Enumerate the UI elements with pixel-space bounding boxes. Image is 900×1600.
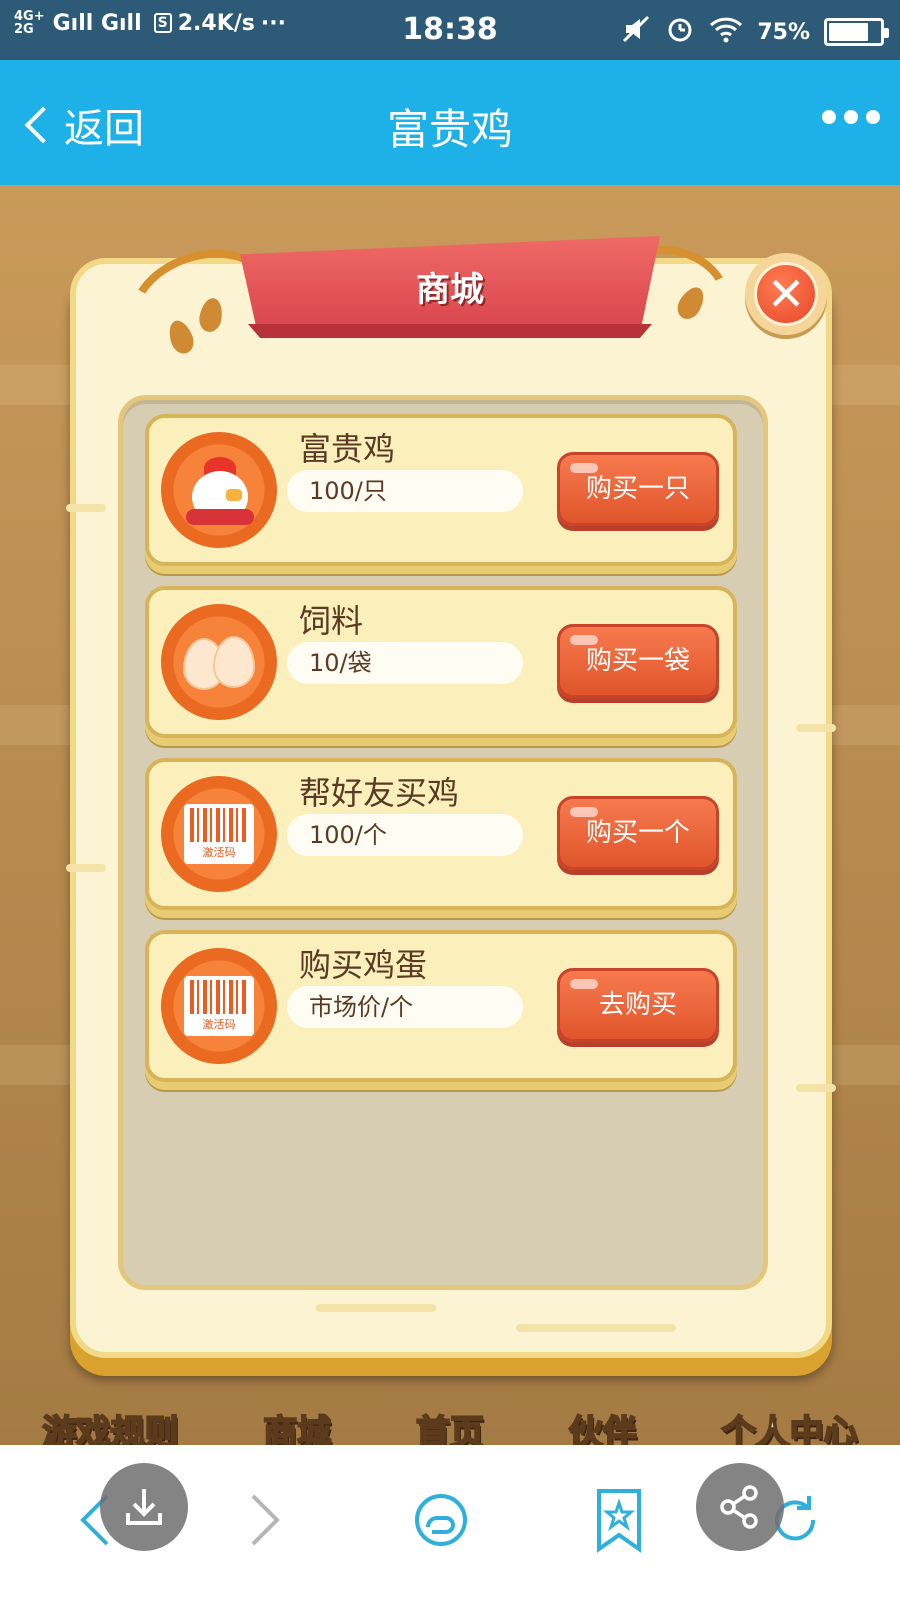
home-cloud-icon[interactable] — [408, 1487, 474, 1553]
mute-icon — [621, 14, 651, 50]
app-nav-bar: 返回 富贵鸡 — [0, 60, 900, 185]
buy-eggs-button[interactable]: 去购买 — [557, 968, 719, 1042]
shop-item-card: 富贵鸡 100/只 购买一只 — [145, 414, 737, 566]
bookmark-star-icon[interactable] — [586, 1487, 652, 1553]
shop-item-card: 激活码 帮好友买鸡 100/个 购买一个 — [145, 758, 737, 910]
barcode-icon: 激活码 — [161, 948, 277, 1064]
close-x-icon: ✕ — [754, 262, 818, 326]
chicken-icon — [161, 432, 277, 548]
forward-arrow-icon[interactable] — [232, 1487, 298, 1553]
barcode-icon: 激活码 — [161, 776, 277, 892]
eggs-icon — [161, 604, 277, 720]
shop-item-price: 10/袋 — [287, 642, 523, 684]
close-dialog-button[interactable]: ✕ — [745, 253, 827, 335]
shop-item-price: 市场价/个 — [287, 986, 523, 1028]
status-right: 75% — [621, 14, 889, 50]
buy-chicken-button[interactable]: 购买一只 — [557, 452, 719, 526]
download-icon[interactable] — [100, 1463, 188, 1551]
browser-toolbar — [0, 1445, 900, 1600]
buy-for-friend-button[interactable]: 购买一个 — [557, 796, 719, 870]
shop-item-card: 激活码 购买鸡蛋 市场价/个 去购买 — [145, 930, 737, 1082]
shop-item-price: 100/只 — [287, 470, 523, 512]
shop-item-card: 饲料 10/袋 购买一袋 — [145, 586, 737, 738]
status-bar: 4G+ 2G Gıll Gıll S 2.4K/s ··· 18:38 75% — [0, 0, 900, 60]
shop-item-name: 饲料 — [299, 602, 364, 640]
shop-item-name: 帮好友买鸡 — [299, 774, 460, 812]
battery-level: 75% — [757, 19, 810, 45]
shop-title-banner: 商城 — [240, 236, 660, 338]
shop-item-name: 购买鸡蛋 — [299, 946, 428, 984]
page-title: 富贵鸡 — [386, 105, 513, 154]
buy-feed-button[interactable]: 购买一袋 — [557, 624, 719, 698]
more-dots-icon[interactable] — [822, 110, 880, 124]
shop-item-price: 100/个 — [287, 814, 523, 856]
alarm-icon — [665, 14, 695, 50]
share-icon[interactable] — [696, 1463, 784, 1551]
battery-icon — [824, 18, 889, 46]
dialog-title: 商城 — [416, 270, 484, 310]
shop-item-name: 富贵鸡 — [299, 430, 396, 468]
wifi-icon — [709, 15, 743, 49]
